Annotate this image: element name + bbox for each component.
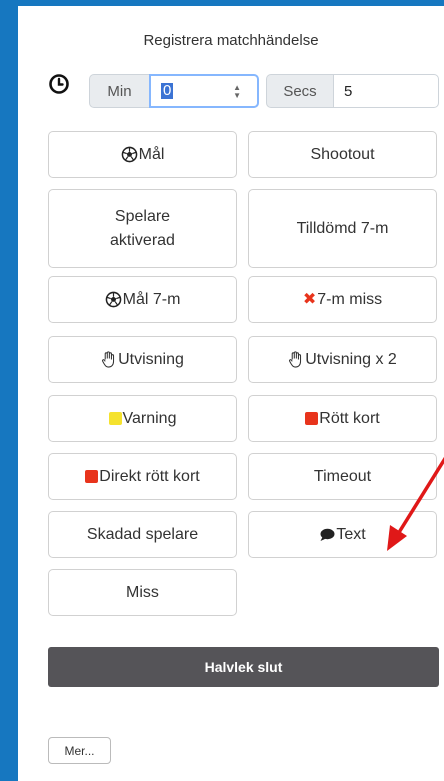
- red-arrow-annotation: [387, 456, 444, 551]
- event-panel: Registrera matchhändelse Min 0 ▲ ▼ Secs 5…: [18, 6, 444, 781]
